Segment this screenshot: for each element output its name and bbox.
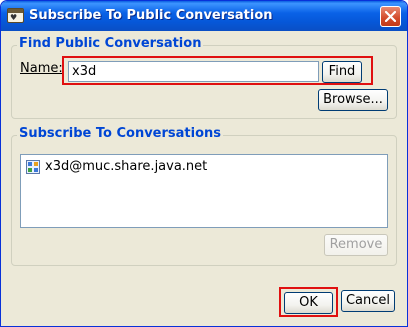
find-highlight: Find	[62, 56, 373, 85]
close-icon	[385, 11, 396, 22]
browse-button[interactable]: Browse...	[318, 89, 388, 111]
name-input[interactable]	[68, 61, 319, 82]
app-icon: ♥	[7, 8, 24, 23]
cancel-button[interactable]: Cancel	[341, 290, 395, 312]
subscribe-conversations-group: Subscribe To Conversations x3d@muc.share…	[11, 126, 397, 266]
close-button[interactable]	[380, 6, 401, 27]
ok-highlight: OK	[279, 287, 338, 317]
remove-button[interactable]: Remove	[324, 234, 388, 256]
find-group-legend: Find Public Conversation	[17, 36, 204, 51]
list-item-label: x3d@muc.share.java.net	[45, 159, 208, 174]
ok-button[interactable]: OK	[284, 292, 333, 314]
title-bar[interactable]: ♥ Subscribe To Public Conversation	[1, 1, 407, 31]
window-title: Subscribe To Public Conversation	[29, 8, 273, 23]
conversation-list[interactable]: x3d@muc.share.java.net	[20, 154, 388, 228]
find-button[interactable]: Find	[322, 61, 362, 83]
find-conversation-group: Find Public Conversation Name: Find Brow…	[11, 36, 397, 119]
subscribe-dialog: ♥ Subscribe To Public Conversation Find …	[0, 0, 408, 327]
name-label: Name:	[20, 61, 63, 76]
subscribe-group-legend: Subscribe To Conversations	[17, 126, 224, 141]
conversation-icon	[26, 160, 40, 174]
